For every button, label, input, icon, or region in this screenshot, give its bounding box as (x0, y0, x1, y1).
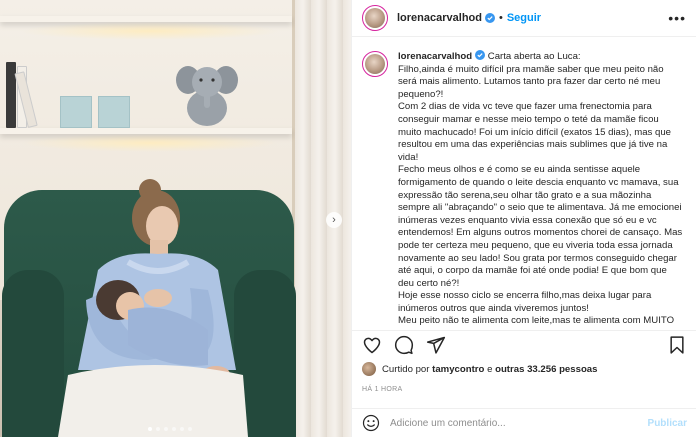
post-actions (352, 330, 696, 358)
caption-paragraph: Filho,ainda é muito difícil pra mamãe sa… (398, 63, 667, 100)
comment-input[interactable] (390, 417, 648, 429)
username-link[interactable]: lorenacarvalhod (397, 12, 482, 24)
avatar[interactable] (362, 51, 388, 77)
avatar[interactable] (362, 5, 388, 31)
mother-and-baby (58, 179, 248, 437)
likes-connector: e (487, 363, 493, 375)
carousel-dot (148, 427, 152, 431)
elephant-plush (176, 66, 238, 126)
photo-box (98, 96, 130, 128)
post-photo[interactable]: › (0, 0, 351, 437)
likes-count-link[interactable]: outras 33.256 pessoas (495, 364, 597, 375)
post-side-panel: lorenacarvalhod • Seguir ••• lorenacarva… (351, 0, 696, 437)
shelf (0, 16, 292, 22)
share-icon[interactable] (426, 335, 446, 355)
carousel-dot (172, 427, 176, 431)
header-separator: • (498, 12, 503, 24)
post-timestamp[interactable]: HÁ 1 HORA (362, 386, 402, 393)
shelf-light (20, 22, 280, 40)
shelf-light (20, 134, 280, 152)
emoji-icon[interactable] (362, 414, 380, 432)
carousel-dot (156, 427, 160, 431)
liker-avatar[interactable] (362, 362, 376, 376)
carousel-dot (188, 427, 192, 431)
comment-icon[interactable] (394, 335, 414, 355)
caption-paragraph: Com 2 dias de vida vc teve que fazer uma… (398, 101, 674, 163)
carousel-dot (180, 427, 184, 431)
likes-summary: Curtido por tamycontro e outras 33.256 p… (362, 362, 597, 376)
more-options-icon[interactable]: ••• (668, 10, 686, 26)
photo-box (60, 96, 92, 128)
next-slide-button[interactable]: › (326, 212, 342, 228)
likes-prefix: Curtido por (382, 363, 430, 375)
caption-title: Carta aberta ao Luca: (487, 51, 581, 62)
verified-badge-icon (475, 50, 486, 60)
caption-area: lorenacarvalhod Carta aberta ao Luca: Fi… (352, 38, 696, 328)
follow-button[interactable]: Seguir (507, 12, 541, 24)
caption-paragraph: Hoje esse nosso ciclo se encerra filho,m… (398, 290, 654, 314)
bookmark-icon[interactable] (667, 335, 687, 355)
caption-paragraph: Fecho meus olhos e é como se eu ainda se… (398, 164, 685, 289)
liker-username[interactable]: tamycontro (432, 364, 484, 375)
shelf (0, 128, 292, 134)
post-header: lorenacarvalhod • Seguir ••• (352, 0, 696, 37)
carousel-indicator (148, 427, 192, 431)
caption-paragraph: Meu peito não te alimenta com leite,mas … (398, 315, 675, 327)
photo-books (4, 60, 56, 128)
comment-bar: Publicar (352, 408, 696, 437)
verified-badge-icon (484, 13, 495, 23)
caption-text: lorenacarvalhod Carta aberta ao Luca: Fi… (398, 50, 683, 328)
publish-button[interactable]: Publicar (648, 418, 687, 429)
photo-curtain (295, 0, 351, 437)
heart-icon[interactable] (362, 335, 382, 355)
carousel-dot (164, 427, 168, 431)
caption-username[interactable]: lorenacarvalhod (398, 51, 472, 62)
